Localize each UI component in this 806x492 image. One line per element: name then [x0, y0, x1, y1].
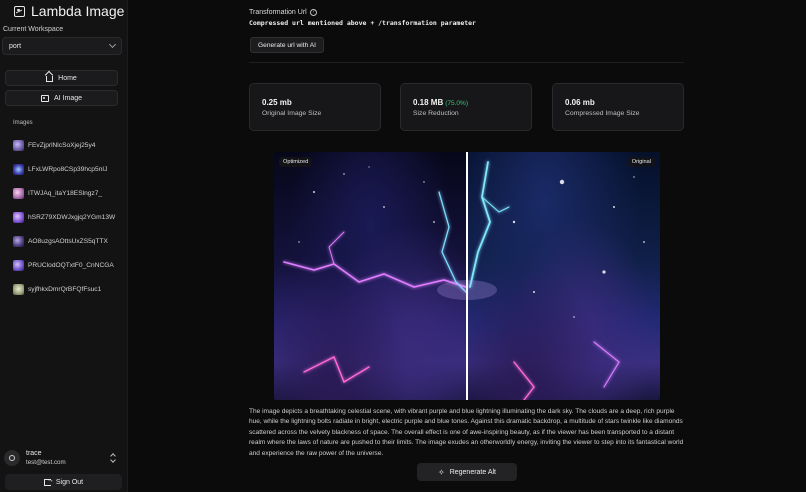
nav-ai-image-label: AI Image — [53, 94, 82, 102]
transformation-url-label: Transformation Url ? — [249, 9, 317, 16]
compressed-size-value: 0.06 mb — [565, 98, 595, 107]
user-icon — [9, 455, 15, 461]
app-title: Lambda Image — [31, 3, 125, 19]
divider — [249, 62, 684, 63]
size-reduction-card: 0.18 MB (75.0%) Size Reduction — [400, 83, 532, 131]
user-info: trace test@test.com — [26, 449, 66, 467]
image-name: ITWJAq_itaY18ESlngz7_ — [28, 189, 103, 197]
image-name: FEvZjprlNlcSoXjej25y4 — [28, 141, 96, 149]
image-name: PRUClodOQTxtF0_CnNCGA — [28, 261, 114, 269]
image-list-item[interactable]: FEvZjprlNlcSoXjej25y4 — [13, 133, 123, 157]
brand[interactable]: Lambda Image — [14, 3, 124, 19]
generate-url-button[interactable]: Generate url with AI — [250, 37, 324, 53]
original-size-card: 0.25 mb Original Image Size — [249, 83, 381, 131]
image-name: syjfhkxDmrQrBFQfFsuc1 — [28, 285, 102, 293]
workspace-select[interactable]: port — [2, 37, 122, 55]
image-thumbnail — [13, 283, 24, 295]
user-email: test@test.com — [26, 459, 66, 466]
image-name: hSRZ79XDWJxgjq2YGm13W — [28, 213, 116, 221]
regenerate-alt-label: Regenerate Alt — [449, 468, 496, 476]
original-size-value: 0.25 mb — [262, 98, 292, 107]
images-section-label: Images — [13, 120, 33, 126]
image-thumbnail — [13, 163, 24, 175]
user-menu[interactable]: trace test@test.com — [4, 449, 122, 467]
workspace-value: port — [9, 42, 22, 50]
size-reduction-value: 0.18 MB (75.0%) — [413, 98, 468, 107]
image-list: FEvZjprlNlcSoXjej25y4 LFxLWRpo8CSp39hcp5… — [13, 133, 123, 301]
image-icon — [14, 5, 25, 17]
sidebar: Lambda Image Current Workspace port Home… — [0, 0, 128, 492]
image-list-item[interactable]: hSRZ79XDWJxgjq2YGm13W — [13, 205, 123, 229]
image-thumbnail — [13, 235, 24, 247]
original-size-label: Original Image Size — [262, 110, 322, 117]
image-list-item[interactable]: ITWJAq_itaY18ESlngz7_ — [13, 181, 123, 205]
image-list-item[interactable]: AO8uzgsAOttsUxZS5qTTX — [13, 229, 123, 253]
workspace-label: Current Workspace — [3, 26, 64, 33]
image-description: The image depicts a breathtaking celesti… — [249, 408, 684, 457]
image-icon — [40, 94, 49, 102]
compressed-size-card: 0.06 mb Compressed Image Size — [552, 83, 684, 131]
transformation-url-text: Transformation Url — [249, 9, 307, 16]
help-icon[interactable]: ? — [309, 9, 317, 16]
chevrons-up-down-icon — [110, 452, 116, 464]
image-list-item[interactable]: LFxLWRpo8CSp39hcp5nIJ — [13, 157, 123, 181]
size-reduction-amount: 0.18 MB — [413, 98, 444, 107]
nav-ai-image-button[interactable]: AI Image — [5, 90, 118, 106]
size-reduction-label: Size Reduction — [413, 110, 459, 117]
comparison-slider-handle[interactable] — [466, 152, 468, 400]
image-comparison-slider[interactable]: Optimized Original — [274, 152, 660, 400]
image-thumbnail — [13, 211, 24, 223]
image-list-item[interactable]: syjfhkxDmrQrBFQfFsuc1 — [13, 277, 123, 301]
size-reduction-percent: (75.0%) — [445, 100, 468, 107]
sparkles-icon: ✧ — [437, 467, 445, 477]
original-badge: Original — [627, 157, 655, 167]
chevron-down-icon — [108, 40, 117, 49]
image-list-item[interactable]: PRUClodOQTxtF0_CnNCGA — [13, 253, 123, 277]
image-thumbnail — [13, 187, 24, 199]
nav-home-label: Home — [58, 74, 77, 82]
regenerate-alt-button[interactable]: ✧ Regenerate Alt — [417, 463, 517, 481]
image-name: AO8uzgsAOttsUxZS5qTTX — [28, 237, 108, 245]
logout-icon — [43, 477, 54, 486]
image-name: LFxLWRpo8CSp39hcp5nIJ — [28, 165, 108, 173]
transformation-url-value: Compressed url mentioned above + /transf… — [249, 19, 476, 27]
image-thumbnail — [13, 139, 24, 151]
sign-out-button[interactable]: Sign Out — [5, 474, 122, 490]
image-thumbnail — [13, 259, 24, 271]
sign-out-label: Sign Out — [55, 478, 84, 486]
home-icon — [46, 76, 54, 82]
optimized-badge: Optimized — [279, 157, 313, 167]
nav-home-button[interactable]: Home — [5, 70, 118, 86]
avatar — [4, 450, 20, 466]
user-name: trace — [26, 450, 42, 457]
compressed-size-label: Compressed Image Size — [565, 110, 640, 117]
